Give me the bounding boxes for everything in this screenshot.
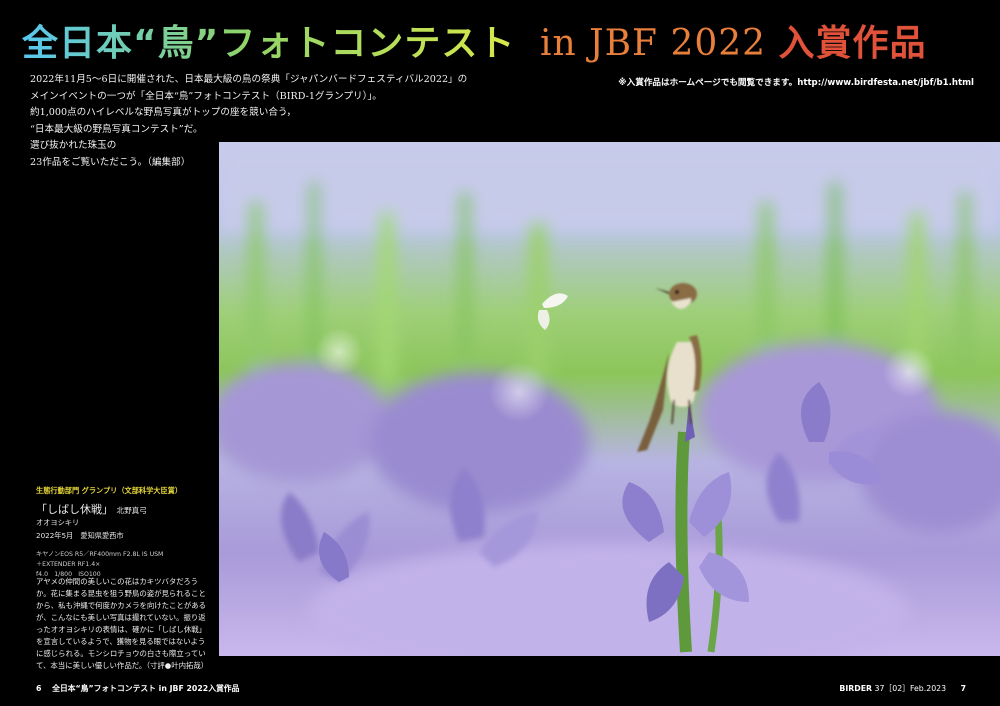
intro-line: メインイベントの一つが「全日本“鳥”フォトコンテスト（BIRD-1グランプリ）」…: [30, 90, 382, 102]
award-category: 生態行動部門 グランプリ（文部科学大臣賞）: [36, 486, 183, 495]
intro-line: 2022年11月5～6日に開催された、日本最大級の鳥の祭典「ジャパンバードフェス…: [30, 74, 468, 85]
intro-line: “日本最大級の野鳥写真コンテスト”だ。: [30, 123, 203, 135]
date-place: 2022年5月 愛知県愛西市: [36, 530, 124, 540]
bird-photo: [219, 142, 1000, 656]
page-title: 全日本“鳥”フォトコンテスト in JBF 2022 入賞作品: [22, 14, 926, 74]
magazine-brand: BIRDER: [839, 684, 873, 693]
photo-illustration: [219, 142, 1000, 656]
footer-left: 6 全日本“鳥”フォトコンテスト in JBF 2022入賞作品: [36, 683, 239, 694]
footer-right: BIRDER 37［02］Feb.2023 7: [839, 683, 966, 694]
photo-caption: 生態行動部門 グランプリ（文部科学大臣賞） 「しばし休戦」 北野真弓 オオヨシキ…: [36, 485, 212, 580]
title-japanese: 全日本“鳥”フォトコンテスト: [22, 23, 516, 64]
title-suffix: 入賞作品: [778, 23, 927, 64]
issue-info: 37［02］Feb.2023: [874, 684, 947, 693]
page-number-right: 7: [960, 684, 966, 693]
website-note: ※入賞作品はホームページでも閲覧できます。http://www.birdfest…: [618, 78, 974, 88]
intro-line: 約1,000点のハイレベルな野鳥写真がトップの座を競い合う，: [30, 107, 297, 118]
work-title-line: 「しばし休戦」 北野真弓: [36, 502, 212, 518]
species-name: オオヨシキリ: [36, 518, 80, 527]
running-title: 全日本“鳥”フォトコンテスト in JBF 2022入賞作品: [52, 684, 240, 693]
work-title: 「しばし休戦」: [36, 502, 113, 516]
camera-extender: ＋EXTENDER RF1.4×: [36, 561, 101, 568]
title-event: in JBF 2022 入賞作品: [540, 14, 927, 66]
photographer-name: 北野真弓: [116, 505, 147, 515]
title-event-text: in JBF 2022: [540, 23, 767, 64]
judge-comment: アヤメの仲間の美しいこの花はカキツバタだろうか。花に集まる昆虫を狙う野鳥の姿が見…: [36, 577, 209, 670]
camera-body-lens: キヤノンEOS R5／RF400mm F2.8L IS USM: [36, 551, 164, 558]
page-number-left: 6: [36, 684, 42, 693]
